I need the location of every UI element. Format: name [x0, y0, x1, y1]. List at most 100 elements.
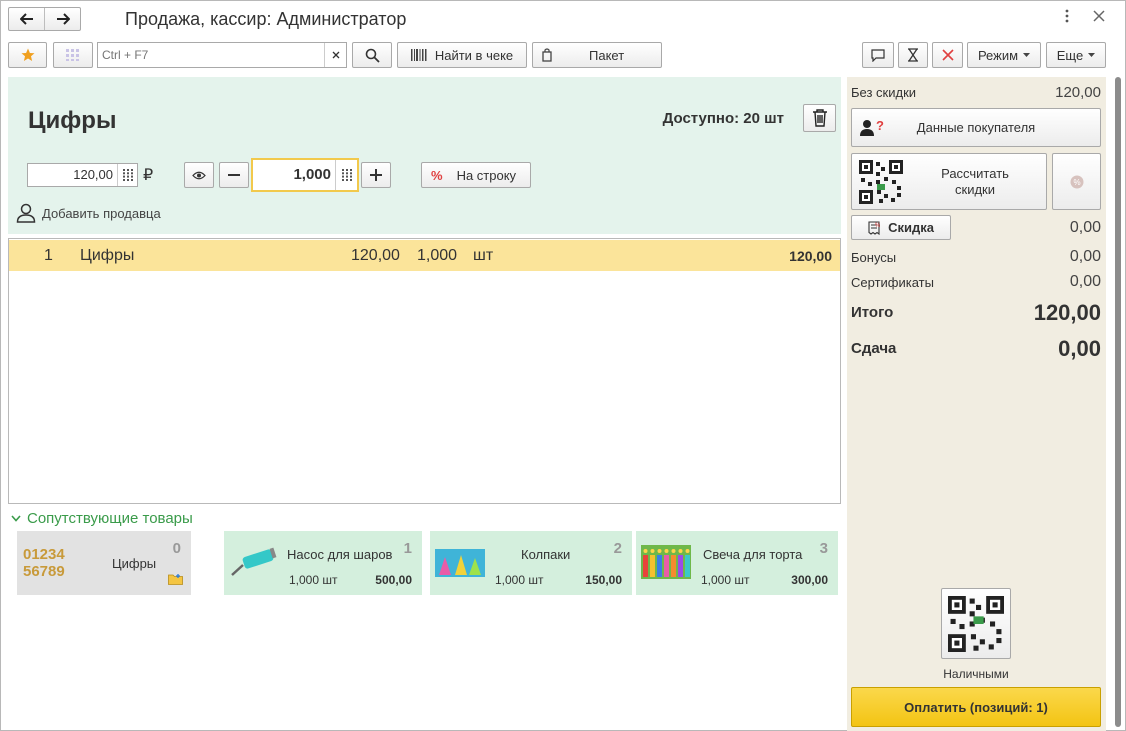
related-item-index: 3	[819, 540, 828, 557]
back-button[interactable]	[9, 8, 44, 30]
calculate-discounts-label: Рассчитать скидки	[941, 165, 1009, 197]
deferred-button[interactable]	[898, 42, 928, 68]
chevron-down-icon	[1023, 53, 1031, 57]
change-value: 0,00	[1058, 336, 1101, 361]
table-row[interactable]: 1 Цифры 120,00 1,000 шт 120,00	[9, 240, 840, 271]
search-field[interactable]	[97, 42, 347, 68]
certificates-value: 0,00	[1069, 273, 1101, 290]
search-icon	[365, 48, 380, 63]
discount-label: Скидка	[888, 220, 934, 235]
qr-code-icon	[948, 595, 1004, 652]
bonuses-value: 0,00	[1069, 248, 1101, 265]
bonuses-label: Бонусы	[851, 250, 897, 265]
add-seller-link[interactable]: Добавить продавца	[16, 203, 161, 223]
line-unit: шт	[473, 247, 494, 264]
plus-icon	[370, 169, 382, 181]
comment-button[interactable]	[862, 42, 894, 68]
related-item-tile[interactable]: 01234 56789 Цифры 0	[17, 531, 191, 595]
cash-payment-button[interactable]	[941, 588, 1011, 659]
related-item-tile[interactable]: Насос для шаров 1 1,000 шт 500,00	[224, 531, 422, 595]
no-discount-label: Без скидки	[851, 85, 917, 100]
quantity-calculator-button[interactable]	[335, 160, 357, 190]
related-item-qty: 1,000 шт	[289, 573, 338, 587]
increase-qty-button[interactable]	[361, 162, 391, 188]
forward-button[interactable]	[44, 8, 80, 30]
discount-value: 0,00	[1069, 219, 1101, 236]
discount-info-button[interactable]: %	[1052, 153, 1101, 210]
related-item-name: Свеча для торта	[703, 547, 803, 562]
title-bar: Продажа, кассир: Администратор	[1, 1, 1125, 37]
price-field[interactable]: 120,00	[27, 163, 138, 187]
barcode-icon	[410, 49, 427, 61]
more-dropdown[interactable]: Еще	[1046, 42, 1106, 68]
find-in-receipt-button[interactable]: Найти в чеке	[397, 42, 527, 68]
total-label: Итого	[851, 304, 894, 321]
package-button[interactable]: Пакет	[532, 42, 662, 68]
summary-scrollbar[interactable]	[1113, 77, 1123, 727]
close-window-icon[interactable]	[1093, 9, 1105, 27]
customer-question-icon: ?	[860, 118, 884, 136]
currency-symbol: ₽	[143, 167, 154, 184]
minus-icon	[228, 174, 240, 176]
total-value: 120,00	[1033, 300, 1101, 325]
user-icon	[16, 203, 36, 223]
clear-search-button[interactable]	[324, 43, 346, 67]
svg-text:?: ?	[876, 118, 884, 133]
calculate-discounts-button[interactable]: Рассчитать скидки	[851, 153, 1047, 210]
favorites-button[interactable]	[8, 42, 47, 68]
quantity-field[interactable]: 1,000	[251, 158, 359, 192]
window-title: Продажа, кассир: Администратор	[125, 9, 407, 29]
related-item-qty: 1,000 шт	[495, 573, 544, 587]
window-menu-icon[interactable]	[1064, 9, 1070, 28]
search-input[interactable]	[98, 43, 324, 67]
qr-code-icon	[859, 160, 903, 204]
svg-text:%: %	[1073, 178, 1080, 187]
certificates-label: Сертификаты	[851, 275, 934, 290]
no-discount-value: 120,00	[1055, 84, 1101, 101]
pump-image	[231, 547, 277, 576]
mode-dropdown[interactable]: Режим	[967, 42, 1041, 68]
related-item-price: 300,00	[791, 573, 828, 587]
digits-image-text: 01234	[23, 546, 65, 563]
digits-image: 01234 56789	[23, 546, 65, 579]
calculator-icon	[341, 169, 352, 181]
current-product-panel: Цифры Доступно: 20 шт 120,00 ₽ 1,000 % Н…	[8, 77, 841, 234]
related-item-name: Цифры	[112, 556, 157, 571]
chevron-down-icon	[11, 515, 21, 522]
receipt-lines-table[interactable]: 1 Цифры 120,00 1,000 шт 120,00	[8, 238, 841, 504]
cancel-receipt-button[interactable]	[932, 42, 963, 68]
price-calculator-button[interactable]	[117, 164, 137, 186]
decrease-qty-button[interactable]	[219, 162, 249, 188]
calculator-icon	[122, 169, 133, 181]
star-icon	[21, 48, 34, 61]
summary-panel: Без скидки 120,00 ? Данные покупателя Ра…	[847, 77, 1106, 731]
digits-image-text: 56789	[23, 563, 65, 579]
find-in-receipt-label: Найти в чеке	[434, 47, 514, 63]
scrollbar-thumb[interactable]	[1115, 77, 1121, 727]
hourglass-icon	[908, 48, 918, 62]
folder-icon[interactable]	[168, 573, 183, 585]
view-product-button[interactable]	[184, 162, 214, 188]
related-item-index: 0	[172, 540, 181, 557]
catalog-button[interactable]	[53, 42, 93, 68]
customer-data-label: Данные покупателя	[916, 120, 1036, 135]
to-line-discount-button[interactable]: % На строку	[421, 162, 531, 188]
related-item-tile[interactable]: Колпаки 2 1,000 шт 150,00	[430, 531, 632, 595]
bag-icon	[542, 48, 552, 62]
svg-text:%: %	[875, 223, 880, 229]
search-button[interactable]	[352, 42, 392, 68]
discount-button[interactable]: % Скидка	[851, 215, 951, 240]
customer-data-button[interactable]: ? Данные покупателя	[851, 108, 1101, 147]
pay-button[interactable]: Оплатить (позиций: 1)	[851, 687, 1101, 727]
related-item-tile[interactable]: Свеча для торта 3 1,000 шт 300,00	[636, 531, 838, 595]
price-value: 120,00	[73, 167, 113, 182]
quantity-value: 1,000	[293, 166, 331, 183]
related-item-price: 500,00	[375, 573, 412, 587]
arrow-left-icon	[19, 13, 33, 25]
grid-icon	[66, 49, 79, 61]
arrow-right-icon	[56, 13, 70, 25]
available-stock: Доступно: 20 шт	[662, 110, 784, 127]
candles-image	[641, 545, 691, 579]
related-goods-toggle[interactable]: Сопутствующие товары	[11, 510, 193, 527]
delete-line-button[interactable]	[803, 104, 836, 132]
